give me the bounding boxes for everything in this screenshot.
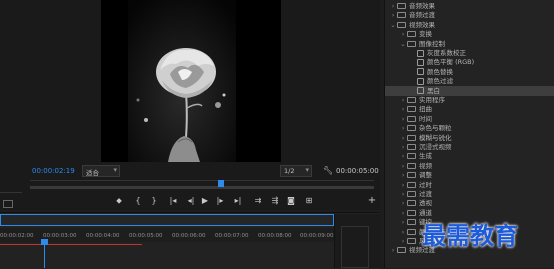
effect-icon (417, 58, 424, 66)
folder-icon (407, 219, 416, 226)
playhead-handle[interactable] (41, 239, 48, 245)
playhead-marker[interactable] (218, 180, 224, 187)
button-editor-icon[interactable]: ⊞ (303, 196, 315, 206)
resolution-dropdown[interactable]: 1/2 ▾ (280, 165, 312, 177)
tick-label: 00:00:09:00 (300, 233, 334, 239)
effect-label: 视频 (419, 161, 432, 170)
tick-label: 00:00:08:00 (258, 233, 292, 239)
effect-label: 调整 (419, 171, 432, 180)
mark-in-icon[interactable]: { (132, 196, 144, 206)
tick-label: 00:00:05:00 (129, 233, 163, 239)
step-forward-icon[interactable]: |▸ (214, 196, 226, 206)
folder-icon (407, 209, 416, 216)
fit-dropdown-label: 适合 (86, 169, 99, 177)
effect-icon (417, 77, 424, 85)
watermark-text: 最需教育 (422, 222, 518, 250)
effect-label: 过渡 (419, 190, 432, 198)
chevron-down-icon: ▾ (113, 166, 117, 174)
folder-icon (397, 247, 406, 254)
effect-label: 模糊与锐化 (419, 133, 452, 142)
playback-scrub-bar[interactable] (30, 186, 374, 189)
folder-icon[interactable] (3, 200, 13, 208)
effect-label: 音频过渡 (409, 11, 435, 20)
effect-label: 生成 (419, 152, 432, 161)
audio-meter (334, 214, 381, 268)
step-back-icon[interactable]: ◂| (185, 196, 197, 206)
effect-label: 音频效果 (409, 2, 435, 10)
folder-icon (407, 172, 416, 179)
mark-out-icon[interactable]: } (148, 196, 160, 206)
total-timecode: 00:00:05:00 (336, 167, 379, 175)
go-to-in-icon[interactable]: |◂ (167, 196, 179, 206)
effect-label: 杂色与颗粒 (419, 124, 452, 133)
folder-icon (407, 106, 416, 113)
effect-label: 视频效果 (409, 20, 435, 29)
wrench-icon[interactable]: 🔧︎ (323, 166, 333, 175)
folder-icon (407, 97, 416, 103)
folder-icon (407, 191, 416, 197)
zoom-bar[interactable] (30, 180, 374, 181)
tick-label: 00:00:07:00 (215, 233, 249, 239)
folder-icon (407, 144, 416, 150)
folder-icon (407, 238, 416, 244)
resolution-label: 1/2 (284, 167, 295, 175)
play-icon[interactable]: ▶ (199, 196, 211, 206)
folder-icon (407, 153, 416, 160)
effect-label: 实用程序 (419, 96, 445, 104)
camera-icon[interactable]: ◙ (285, 196, 297, 206)
add-marker-icon[interactable]: ⬥ (113, 196, 125, 206)
add-button-icon[interactable]: + (366, 196, 378, 206)
effect-icon (417, 68, 424, 76)
folder-icon (407, 134, 416, 141)
effect-label: 沉浸式视频 (419, 143, 452, 151)
effect-label: 扭曲 (419, 105, 432, 114)
panel-divider (0, 192, 22, 193)
render-bar (0, 244, 142, 245)
effect-label: 过时 (419, 180, 432, 189)
effect-label: 时间 (419, 114, 432, 123)
folder-icon (407, 200, 416, 207)
folder-icon (397, 21, 406, 28)
fit-dropdown[interactable]: 适合 ▾ (82, 165, 120, 177)
effect-label: 颜色平衡 (RGB) (427, 58, 475, 67)
effect-icon (417, 87, 424, 95)
effect-label: 变换 (419, 30, 432, 39)
effect-label: 透视 (419, 199, 432, 208)
current-timecode[interactable]: 00:00:02:19 (32, 167, 75, 175)
folder-icon (397, 12, 406, 19)
chevron-right-icon[interactable]: › (389, 245, 397, 255)
folder-icon (407, 115, 416, 122)
folder-icon (397, 3, 406, 9)
folder-icon (407, 31, 416, 38)
effect-label: 颜色过滤 (427, 77, 453, 86)
tick-label: 00:00:06:00 (172, 233, 206, 239)
timeline-header (0, 214, 334, 226)
effect-icon (417, 49, 424, 57)
tick-label: 00:00:04:00 (86, 233, 120, 239)
folder-icon (407, 162, 416, 169)
effect-label: 黑白 (427, 86, 440, 95)
chevron-down-icon: ▾ (305, 166, 309, 174)
folder-icon (407, 228, 416, 235)
effect-label: 灰度系数校正 (427, 49, 466, 57)
effect-label: 颜色替换 (427, 67, 453, 76)
overwrite-icon[interactable]: ⇶ (269, 196, 281, 206)
folder-icon (407, 40, 416, 47)
insert-icon[interactable]: ⇉ (252, 196, 264, 206)
meter-track (341, 226, 369, 268)
effect-label: 图像控制 (419, 39, 445, 48)
folder-icon (407, 181, 416, 188)
tick-label: 00:00:03:00 (43, 233, 77, 239)
go-to-out-icon[interactable]: ▸| (232, 196, 244, 206)
tick-label: 00:00:02:00 (0, 233, 34, 239)
folder-icon (407, 125, 416, 132)
video-frame (128, 0, 236, 162)
